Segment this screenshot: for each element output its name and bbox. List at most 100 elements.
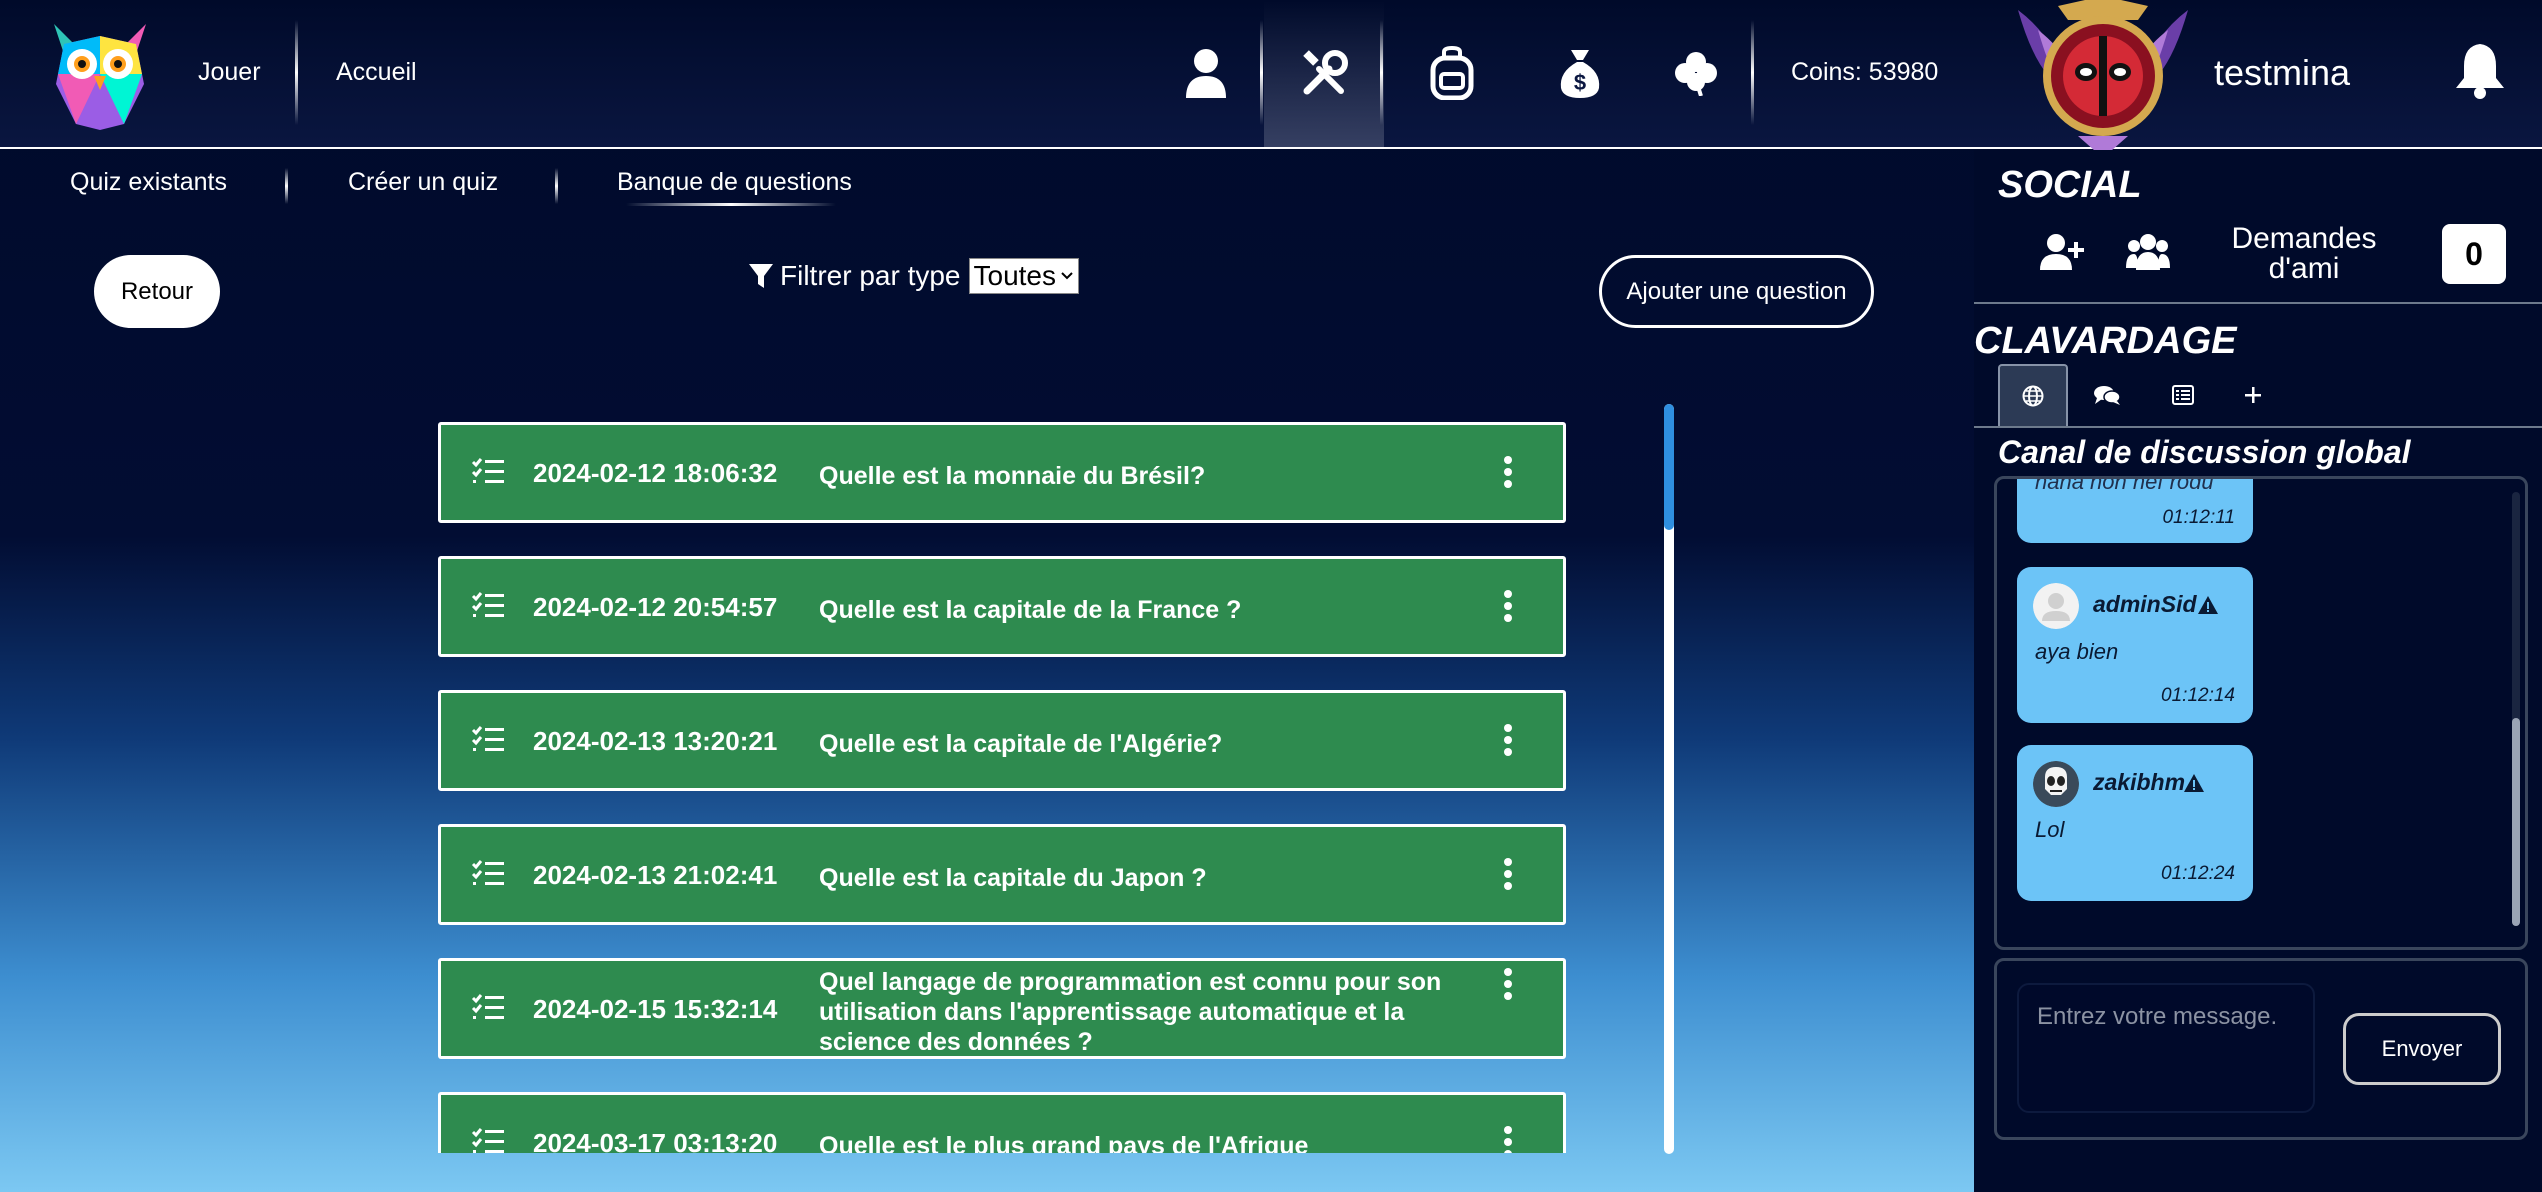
- checklist-icon: [471, 994, 504, 1019]
- nav-separator: [1380, 20, 1383, 125]
- profile-icon[interactable]: [1176, 40, 1236, 106]
- message-text: aya bien: [2035, 639, 2119, 664]
- message-username[interactable]: zakibhm: [2093, 769, 2185, 796]
- chat-title: CLAVARDAGE: [1974, 320, 2237, 362]
- send-button[interactable]: Envoyer: [2343, 1013, 2501, 1085]
- friend-requests-count[interactable]: 0: [2442, 224, 2506, 284]
- tab-global-chat[interactable]: [1998, 364, 2068, 426]
- more-vertical-icon[interactable]: [1503, 455, 1513, 489]
- tab-question-bank[interactable]: Banque de questions: [617, 168, 852, 197]
- filter-selected-value: Toutes: [973, 260, 1057, 291]
- clover-icon[interactable]: [1666, 40, 1726, 106]
- question-date: 2024-02-13 21:02:41: [533, 860, 778, 890]
- bell-icon[interactable]: [2452, 40, 2508, 100]
- chevron-down-icon: [1061, 272, 1073, 280]
- filter-label: Filtrer par type: [780, 260, 961, 291]
- divider: [1974, 426, 2542, 428]
- question-text: Quelle est la capitale de l'Algérie?: [819, 730, 1223, 758]
- checklist-icon: [471, 860, 504, 885]
- question-row[interactable]: 2024-02-12 18:06:32 Quelle est la monnai…: [438, 422, 1566, 523]
- social-panel: SOCIAL Demandes d'ami 0 CLAVARDAGE Canal…: [1974, 150, 2542, 1192]
- tab-create-quiz[interactable]: Créer un quiz: [348, 168, 498, 197]
- chat-scroll-thumb[interactable]: [2512, 718, 2520, 926]
- more-vertical-icon[interactable]: [1503, 1125, 1513, 1153]
- question-text: Quelle est le plus grand pays de l'Afriq…: [819, 1132, 1309, 1153]
- nav-separator: [1260, 20, 1263, 125]
- filter-type-select[interactable]: Toutes: [968, 258, 1079, 294]
- funnel-icon: [749, 264, 773, 288]
- warning-icon[interactable]: [2183, 773, 2205, 793]
- question-date: 2024-03-17 03:13:20: [533, 1128, 778, 1153]
- more-vertical-icon[interactable]: [1503, 857, 1513, 891]
- svg-text:$: $: [1574, 70, 1586, 95]
- message-username[interactable]: adminSid: [2093, 591, 2197, 618]
- tab-existing-quizzes[interactable]: Quiz existants: [70, 168, 227, 197]
- question-row[interactable]: 2024-02-13 21:02:41 Quelle est la capita…: [438, 824, 1566, 925]
- channel-title: Canal de discussion global: [1998, 434, 2411, 470]
- globe-icon: [2022, 385, 2044, 407]
- chat-messages: haha non nef rodu 01:12:11 adminSid aya …: [1994, 476, 2528, 950]
- message-composer: Envoyer: [1994, 958, 2528, 1140]
- chat-bubbles-icon: [2094, 386, 2121, 405]
- message-text: Lol: [2035, 817, 2065, 842]
- friends-icon[interactable]: [2126, 232, 2170, 272]
- nav-separator: [1751, 20, 1754, 125]
- question-row[interactable]: 2024-02-15 15:32:14 Quel langage de prog…: [438, 958, 1566, 1059]
- divider: [1974, 302, 2542, 304]
- message-time: 01:12:14: [2161, 685, 2235, 706]
- top-navbar: Jouer Accueil $ Coins: 53980 testmina: [0, 0, 2542, 158]
- tab-conversations[interactable]: [2072, 364, 2142, 426]
- friend-requests-label: Demandes d'ami: [2231, 222, 2377, 285]
- question-date: 2024-02-15 15:32:14: [533, 994, 778, 1024]
- message-time: 01:12:24: [2161, 863, 2235, 884]
- tab-separator: [555, 168, 558, 204]
- more-vertical-icon[interactable]: [1503, 967, 1513, 1001]
- question-row[interactable]: 2024-03-17 03:13:20 Quelle est le plus g…: [438, 1092, 1566, 1153]
- question-text: Quelle est la capitale du Japon ?: [819, 864, 1207, 892]
- question-list-scroll-thumb[interactable]: [1664, 404, 1674, 530]
- list-icon: [2172, 385, 2194, 405]
- checklist-icon: [471, 592, 504, 617]
- question-list: 2024-02-12 18:06:32 Quelle est la monnai…: [438, 420, 1566, 1153]
- more-vertical-icon[interactable]: [1503, 723, 1513, 757]
- avatar[interactable]: [2033, 761, 2079, 807]
- nav-separator: [295, 20, 298, 125]
- question-row[interactable]: 2024-02-12 20:54:57 Quelle est la capita…: [438, 556, 1566, 657]
- question-row[interactable]: 2024-02-13 13:20:21 Quelle est la capita…: [438, 690, 1566, 791]
- social-title: SOCIAL: [1998, 164, 2142, 206]
- checklist-icon: [471, 726, 504, 751]
- warning-icon[interactable]: [2197, 595, 2219, 615]
- nav-home-link[interactable]: Accueil: [336, 58, 417, 87]
- money-bag-icon[interactable]: $: [1550, 40, 1610, 106]
- rank-avatar[interactable]: [1998, 0, 2208, 160]
- message-text: haha non nef rodu: [2035, 476, 2214, 494]
- question-text: Quelle est la capitale de la France ?: [819, 596, 1242, 624]
- active-tab-underline: [626, 203, 836, 206]
- question-date: 2024-02-12 20:54:57: [533, 592, 778, 622]
- add-question-button[interactable]: Ajouter une question: [1599, 255, 1874, 328]
- question-date: 2024-02-12 18:06:32: [533, 458, 778, 488]
- backpack-icon[interactable]: [1422, 40, 1482, 106]
- checklist-icon: [471, 1128, 504, 1153]
- chat-message: adminSid aya bien 01:12:14: [2017, 567, 2253, 723]
- checklist-icon: [471, 458, 504, 483]
- tools-icon[interactable]: [1264, 0, 1384, 148]
- username: testmina: [2214, 52, 2351, 93]
- message-input[interactable]: [2017, 983, 2315, 1113]
- tab-channel-list[interactable]: [2148, 364, 2218, 426]
- plus-icon: [2245, 387, 2261, 403]
- question-date: 2024-02-13 13:20:21: [533, 726, 778, 756]
- avatar[interactable]: [2033, 583, 2079, 629]
- owl-logo[interactable]: [44, 14, 156, 132]
- nav-play-link[interactable]: Jouer: [198, 58, 261, 87]
- back-button[interactable]: Retour: [94, 255, 220, 328]
- question-text: Quelle est la monnaie du Brésil?: [819, 462, 1206, 490]
- tab-separator: [285, 168, 288, 204]
- more-vertical-icon[interactable]: [1503, 589, 1513, 623]
- type-filter: Filtrer par type Toutes: [748, 258, 1079, 294]
- question-text: Quel langage de programmation est connu …: [819, 968, 1442, 1056]
- chat-message: haha non nef rodu 01:12:11: [2017, 476, 2253, 543]
- tab-new-channel[interactable]: [2218, 364, 2288, 426]
- add-friend-icon[interactable]: [2040, 232, 2084, 272]
- coins-counter: Coins: 53980: [1791, 58, 1939, 86]
